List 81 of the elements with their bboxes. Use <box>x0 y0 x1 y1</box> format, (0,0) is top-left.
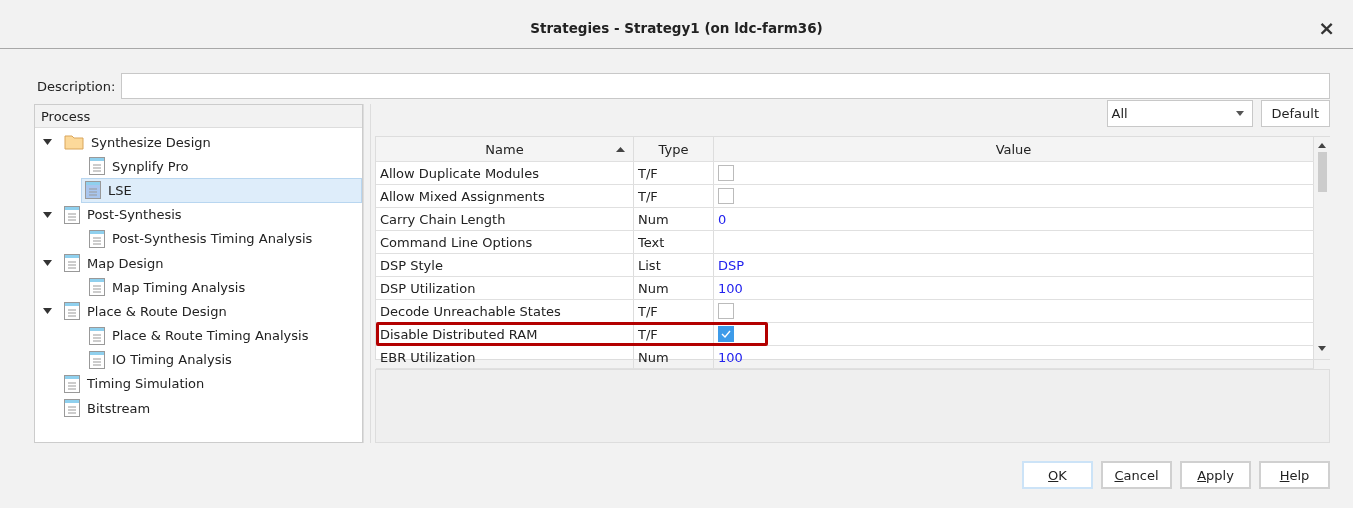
tree-item[interactable]: LSE <box>81 177 363 203</box>
scroll-down-icon[interactable] <box>1318 346 1326 351</box>
table-cell: Carry Chain Length <box>376 208 634 230</box>
checkbox[interactable] <box>718 165 734 181</box>
table-cell: T/F <box>634 300 714 322</box>
table-cell: T/F <box>634 162 714 184</box>
tree-item[interactable]: Place & Route Design <box>60 299 363 323</box>
table-cell: EBR Utilization <box>376 346 634 368</box>
document-list-icon <box>89 326 105 345</box>
splitter-handle[interactable] <box>363 104 371 443</box>
column-header[interactable]: Value <box>714 137 1314 161</box>
document-list-icon <box>64 205 80 224</box>
document-list-icon <box>64 254 80 273</box>
document-list-icon <box>64 399 80 418</box>
tree-item[interactable]: Map Design <box>60 251 363 275</box>
tree-item[interactable]: Map Timing Analysis <box>85 275 363 299</box>
table-cell: Num <box>634 277 714 299</box>
table-row[interactable]: Decode Unreachable States T/F <box>376 300 1314 323</box>
expanded-caret-icon[interactable] <box>43 308 52 315</box>
dialog-button[interactable]: Apply <box>1180 461 1251 489</box>
table-row[interactable]: Command Line Options Text <box>376 231 1314 254</box>
dialog-button[interactable]: OK <box>1022 461 1093 489</box>
description-field[interactable] <box>121 73 1330 99</box>
table-row[interactable]: Carry Chain Length Num 0 <box>376 208 1314 231</box>
table-cell: Disable Distributed RAM <box>376 323 634 345</box>
value-text[interactable]: 100 <box>718 280 743 296</box>
tree-item[interactable]: Post-Synthesis <box>60 203 363 227</box>
folder-icon <box>64 134 84 151</box>
expanded-caret-icon[interactable] <box>43 211 52 218</box>
value-text[interactable]: DSP <box>718 257 745 273</box>
tree-item[interactable]: Post-Synthesis Timing Analysis <box>85 227 363 251</box>
document-list-icon <box>89 278 105 297</box>
checkmark-icon <box>721 330 731 338</box>
document-list-icon <box>89 157 105 176</box>
table-cell: Num <box>634 208 714 230</box>
filter-dropdown[interactable]: All <box>1106 100 1253 127</box>
tree-item[interactable]: Place & Route Timing Analysis <box>85 324 363 348</box>
scroll-up-icon[interactable] <box>1318 143 1326 148</box>
dialog-button[interactable]: Cancel <box>1101 461 1172 489</box>
checkbox[interactable] <box>718 326 734 342</box>
table-cell: DSP Style <box>376 254 634 276</box>
expanded-caret-icon[interactable] <box>43 139 52 146</box>
table-cell: Allow Mixed Assignments <box>376 185 634 207</box>
document-list-icon <box>85 181 101 200</box>
document-list-icon <box>89 350 105 369</box>
description-label: Description: <box>37 78 116 94</box>
table-cell: Text <box>634 231 714 253</box>
checkbox[interactable] <box>718 188 734 204</box>
table-cell: List <box>634 254 714 276</box>
table-cell: DSP Utilization <box>376 277 634 299</box>
table-cell: Command Line Options <box>376 231 634 253</box>
window-title: Strategies - Strategy1 (on ldc-farm36) <box>530 20 823 36</box>
tree-item[interactable]: Synplify Pro <box>85 154 363 178</box>
checkbox[interactable] <box>718 303 734 319</box>
process-header: Process <box>35 105 363 128</box>
tree-item[interactable]: IO Timing Analysis <box>85 348 363 372</box>
value-text[interactable]: 0 <box>718 211 727 227</box>
value-text[interactable]: 100 <box>718 349 743 365</box>
column-header[interactable]: Type <box>634 137 714 161</box>
tree-item[interactable]: Bitstream <box>60 396 363 420</box>
caret-icon <box>1235 111 1244 116</box>
table-cell: Num <box>634 346 714 368</box>
default-button[interactable]: Default <box>1260 100 1330 127</box>
document-list-icon <box>64 302 80 321</box>
expanded-caret-icon[interactable] <box>43 260 52 267</box>
table-row[interactable]: Allow Duplicate Modules T/F <box>376 162 1314 185</box>
table-row[interactable]: DSP Style List DSP <box>376 254 1314 277</box>
close-button[interactable]: × <box>1314 18 1339 38</box>
table-row[interactable]: DSP Utilization Num 100 <box>376 277 1314 300</box>
tree-item[interactable]: Synthesize Design <box>60 130 363 154</box>
column-header[interactable]: Name <box>376 137 634 161</box>
table-row[interactable]: Allow Mixed Assignments T/F <box>376 185 1314 208</box>
dialog-button[interactable]: Help <box>1259 461 1330 489</box>
table-cell: T/F <box>634 323 714 345</box>
document-list-icon <box>64 374 80 393</box>
table-cell: Decode Unreachable States <box>376 300 634 322</box>
tree-item[interactable]: Timing Simulation <box>60 372 363 396</box>
document-list-icon <box>89 229 105 248</box>
table-cell: Allow Duplicate Modules <box>376 162 634 184</box>
table-cell: T/F <box>634 185 714 207</box>
scrollbar-thumb[interactable] <box>1317 152 1327 192</box>
